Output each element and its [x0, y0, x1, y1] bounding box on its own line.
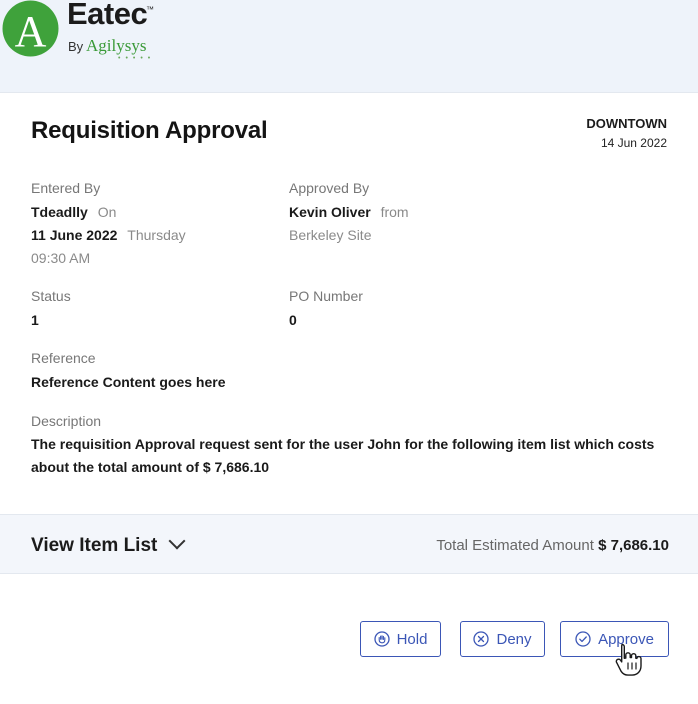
approved-from-text: from: [380, 204, 409, 220]
brand-trademark: ™: [146, 5, 154, 14]
agilysys-logo-icon: A: [2, 0, 59, 57]
total-label: Total Estimated Amount: [436, 537, 594, 554]
app-header: A Eatec ™ By Agilysys •••••: [0, 0, 698, 92]
pointer-hand-icon: [615, 643, 642, 676]
entered-date: 11 June 2022: [31, 227, 118, 243]
logo-letter: A: [15, 7, 47, 56]
item-list-bar: View Item List Total Estimated Amount $ …: [0, 514, 698, 574]
location-date: 14 Jun 2022: [600, 136, 667, 150]
approved-by-user: Kevin Oliver: [289, 204, 371, 220]
logo-dots-decoration: •••••: [118, 55, 156, 62]
requisition-card: Requisition Approval DOWNTOWN 14 Jun 202…: [0, 92, 698, 704]
po-number-value: 0: [289, 312, 297, 328]
hold-button-label: Hold: [396, 630, 428, 648]
status-value: 1: [31, 312, 39, 328]
approved-site: Berkeley Site: [289, 227, 372, 243]
view-item-list-toggle[interactable]: View Item List: [31, 532, 186, 557]
brand-by: By: [68, 39, 84, 54]
entered-on-text: On: [97, 204, 117, 220]
view-item-list-label: View Item List: [31, 535, 158, 556]
deny-button-label: Deny: [496, 630, 532, 648]
brand-company: Agilysys: [86, 36, 147, 55]
description-text: The requisition Approval request sent fo…: [31, 436, 655, 475]
page-title: Requisition Approval: [31, 117, 268, 144]
description-label: Description: [31, 413, 102, 429]
hand-stop-icon: [373, 631, 390, 647]
reference-label: Reference: [31, 350, 96, 366]
location-name: DOWNTOWN: [586, 116, 667, 131]
chevron-down-icon: [168, 532, 186, 550]
circle-x-icon: [473, 631, 490, 647]
entered-by-label: Entered By: [31, 180, 101, 196]
approved-by-value: Kevin Oliver from: [289, 204, 409, 220]
approved-by-label: Approved By: [289, 180, 370, 196]
hold-button[interactable]: Hold: [360, 621, 441, 657]
entered-by-user: Tdeadlly: [31, 204, 88, 220]
total-value: $ 7,686.10: [598, 537, 669, 554]
entered-weekday: Thursday: [127, 227, 186, 243]
circle-check-icon: [575, 631, 591, 647]
total-estimated-amount: Total Estimated Amount $ 7,686.10: [436, 537, 669, 554]
po-number-label: PO Number: [289, 288, 363, 304]
entered-date-row: 11 June 2022 Thursday: [31, 227, 186, 243]
status-label: Status: [31, 288, 71, 304]
deny-button[interactable]: Deny: [460, 621, 545, 657]
reference-value: Reference Content goes here: [31, 374, 226, 390]
entered-by-value: Tdeadlly On: [31, 204, 116, 220]
brand-name: Eatec: [67, 0, 148, 31]
entered-time: 09:30 AM: [31, 250, 91, 266]
